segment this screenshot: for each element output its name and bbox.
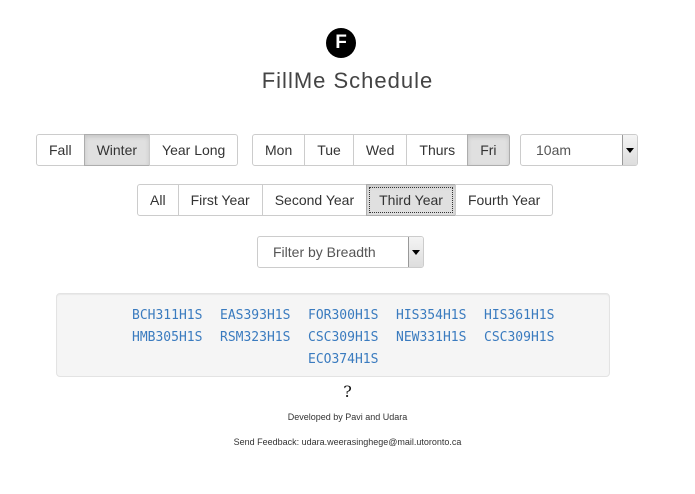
page: F FillMe Schedule Fall Winter Year Long …: [0, 0, 695, 494]
year-button-third-year[interactable]: Third Year: [366, 184, 456, 216]
day-button-thurs[interactable]: Thurs: [406, 134, 469, 166]
course-link[interactable]: ECO374H1S: [308, 350, 396, 372]
year-button-second-year[interactable]: Second Year: [261, 184, 368, 216]
feedback-label: Send Feedback:: [233, 437, 302, 447]
feedback-email-link[interactable]: udara.weerasinghege@mail.utoronto.ca: [302, 437, 462, 447]
course-link[interactable]: EAS393H1S: [220, 306, 308, 328]
credits-text: Developed by Pavi and Udara: [287, 412, 408, 422]
term-filter: Fall Winter Year Long: [36, 134, 239, 166]
page-title: FillMe Schedule: [261, 68, 434, 93]
breadth-select-value: Filter by Breadth: [273, 244, 376, 260]
course-link[interactable]: HIS361H1S: [484, 306, 572, 328]
time-select[interactable]: 10am: [520, 134, 638, 166]
term-button-fall[interactable]: Fall: [36, 134, 85, 166]
time-select-value: 10am: [536, 142, 572, 158]
course-link[interactable]: NEW331H1S: [396, 328, 484, 350]
course-list: BCH311H1S EAS393H1S FOR300H1S HIS354H1S …: [127, 306, 577, 372]
feedback-line: Send Feedback: udara.weerasinghege@mail.…: [0, 437, 695, 447]
day-button-tue[interactable]: Tue: [304, 134, 354, 166]
year-button-fourth-year[interactable]: Fourth Year: [454, 184, 554, 216]
help-icon[interactable]: ?: [0, 382, 695, 401]
chevron-down-icon[interactable]: [408, 237, 423, 267]
course-link[interactable]: HMB305H1S: [132, 328, 220, 350]
f-logo-icon: F: [326, 28, 356, 58]
day-button-mon[interactable]: Mon: [252, 134, 306, 166]
year-button-all[interactable]: All: [137, 184, 179, 216]
term-button-winter[interactable]: Winter: [83, 134, 151, 166]
day-filter: Mon Tue Wed Thurs Fri: [252, 134, 510, 166]
day-button-fri[interactable]: Fri: [467, 134, 510, 166]
course-link[interactable]: BCH311H1S: [132, 306, 220, 328]
course-link[interactable]: FOR300H1S: [308, 306, 396, 328]
day-button-wed[interactable]: Wed: [352, 134, 408, 166]
course-results-panel: BCH311H1S EAS393H1S FOR300H1S HIS354H1S …: [56, 293, 610, 377]
year-filter: All First Year Second Year Third Year Fo…: [137, 184, 554, 216]
course-link[interactable]: CSC309H1S: [308, 328, 396, 350]
year-button-first-year[interactable]: First Year: [177, 184, 263, 216]
chevron-down-icon[interactable]: [622, 135, 637, 165]
breadth-select[interactable]: Filter by Breadth: [257, 236, 424, 268]
course-link[interactable]: HIS354H1S: [396, 306, 484, 328]
course-link[interactable]: CSC309H1S: [484, 328, 572, 350]
term-button-year-long[interactable]: Year Long: [149, 134, 239, 166]
course-link[interactable]: RSM323H1S: [220, 328, 308, 350]
